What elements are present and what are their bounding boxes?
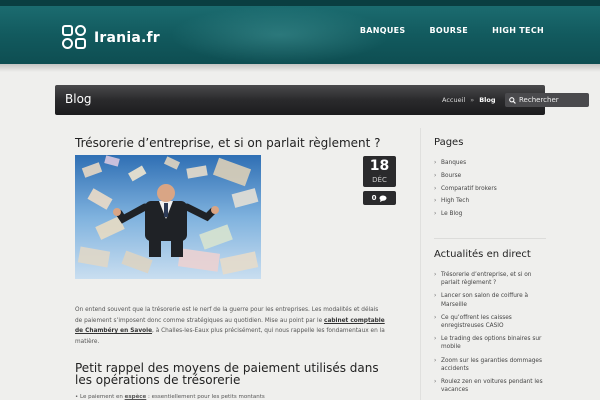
date-day: 18	[369, 158, 390, 174]
news-item[interactable]: Roulez zen en voitures pendant les vacan…	[434, 378, 546, 394]
post-excerpt: On entend souvent que la trésorerie est …	[75, 305, 385, 347]
sidebar-item-comparatif-brokers[interactable]: Comparatif brokers	[434, 183, 544, 196]
header-glow	[170, 6, 390, 64]
comment-count: 0	[371, 194, 377, 202]
search-icon	[509, 96, 516, 104]
breadcrumb-separator: »	[470, 96, 475, 104]
sidebar-item-high-tech[interactable]: High Tech	[434, 195, 544, 208]
logo-text: Irania.fr	[94, 30, 160, 46]
main-nav: BANQUES BOURSE HIGH TECH	[360, 26, 544, 35]
pages-widget-title: Pages	[434, 137, 464, 148]
sidebar: Pages Banques Bourse Comparatif brokers …	[420, 128, 546, 400]
post-image-illustration	[75, 155, 261, 279]
date-month: DÉC	[372, 176, 387, 184]
news-list: Trésorerie d’entreprise, et si on parlai…	[434, 271, 546, 399]
speech-bubble-icon	[379, 194, 387, 202]
widget-divider	[434, 238, 546, 239]
page-title: Blog	[65, 92, 92, 106]
sidebar-item-le-blog[interactable]: Le Blog	[434, 208, 544, 221]
pages-list: Banques Bourse Comparatif brokers High T…	[434, 157, 544, 221]
site-header: Irania.fr BANQUES BOURSE HIGH TECH	[0, 0, 600, 72]
news-item[interactable]: Trésorerie d’entreprise, et si on parlai…	[434, 271, 546, 287]
title-bar: Blog Accueil » Blog	[55, 85, 589, 115]
search-box[interactable]	[505, 93, 589, 107]
logo-icon	[62, 25, 88, 51]
bullet-start: Le paiement en	[80, 394, 125, 400]
post-image[interactable]	[75, 155, 261, 279]
sidebar-item-bourse[interactable]: Bourse	[434, 170, 544, 183]
breadcrumb: Accueil » Blog	[442, 96, 496, 104]
news-item[interactable]: Ce qu’offrent les caisses enregistreuses…	[434, 314, 546, 330]
news-item[interactable]: Zoom sur les garanties dommages accident…	[434, 357, 546, 373]
comment-count-badge[interactable]: 0	[363, 191, 396, 205]
nav-high-tech[interactable]: HIGH TECH	[492, 26, 544, 35]
date-badge: 18 DÉC	[363, 156, 396, 187]
post-subheading: Petit rappel des moyens de paiement util…	[75, 361, 379, 387]
search-input[interactable]	[519, 96, 589, 104]
nav-banques[interactable]: BANQUES	[360, 26, 406, 35]
nav-bourse[interactable]: BOURSE	[429, 26, 468, 35]
sidebar-item-banques[interactable]: Banques	[434, 157, 544, 170]
bullet-bold: espèce	[124, 394, 147, 400]
news-widget-title: Actualités en direct	[434, 249, 531, 260]
news-item[interactable]: Lancer son salon de coiffure à Marseille	[434, 292, 546, 308]
news-item[interactable]: Le trading des options binaires sur mobi…	[434, 335, 546, 351]
breadcrumb-current: Blog	[479, 96, 496, 104]
bullet-item: • Le paiement en espèce : essentiellemen…	[75, 394, 265, 400]
breadcrumb-home[interactable]: Accueil	[442, 96, 465, 104]
post-title[interactable]: Trésorerie d’entreprise, et si on parlai…	[75, 136, 381, 150]
site-logo[interactable]: Irania.fr	[62, 25, 160, 51]
bullet-end: : essentiellement pour les petits montan…	[146, 394, 265, 400]
